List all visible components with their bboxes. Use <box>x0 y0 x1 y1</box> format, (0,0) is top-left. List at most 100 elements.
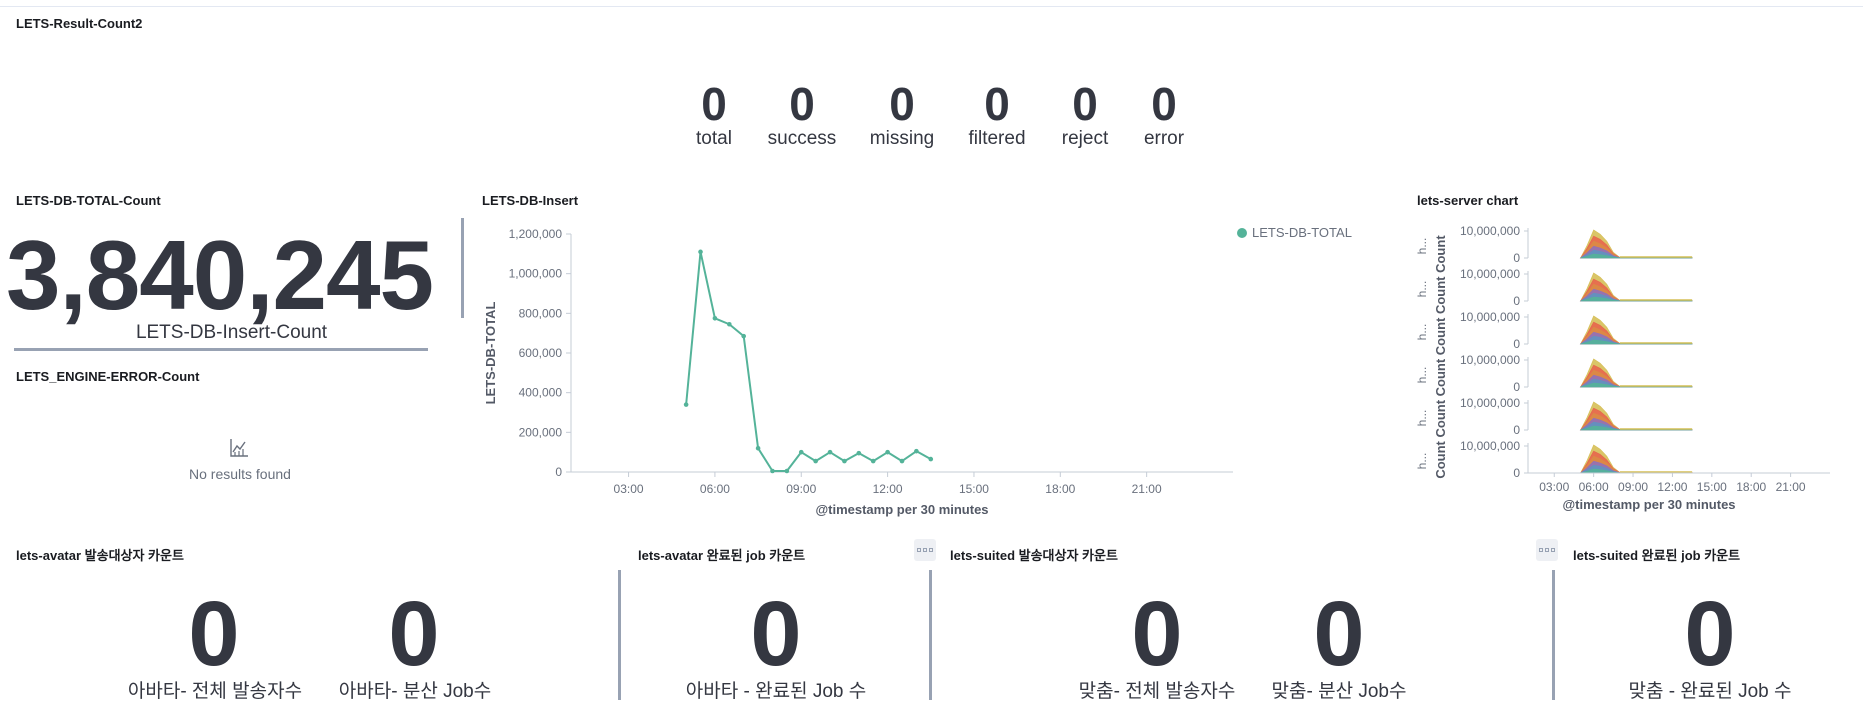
panel-title-suited-completed[interactable]: lets-suited 완료된 job 카운트 <box>1573 545 1740 564</box>
data-point <box>928 456 934 462</box>
x-tick-label: 03:00 <box>614 482 644 496</box>
data-point <box>870 458 876 464</box>
data-point <box>741 333 746 339</box>
drag-handle-icon[interactable] <box>914 539 936 561</box>
db-total-value: 3,840,245 <box>6 220 434 330</box>
y-tick-label: 10,000,000 <box>1460 396 1520 410</box>
drag-handle-icon[interactable] <box>1536 539 1558 561</box>
data-point <box>813 458 818 464</box>
data-point <box>755 445 761 451</box>
panel-title-avatar-targets[interactable]: lets-avatar 발송대상자 카운트 <box>16 545 184 564</box>
suited-distributed-jobs-value: 0 <box>1313 583 1365 685</box>
row-label: h... <box>1415 238 1429 255</box>
panel-title-server-chart[interactable]: lets-server chart <box>1417 193 1518 208</box>
x-tick-label: 12:00 <box>873 482 903 496</box>
data-point <box>856 450 862 456</box>
db-total-label: LETS-DB-Insert-Count <box>135 322 328 343</box>
data-point <box>784 468 790 474</box>
chart-row: 10,000,000 0 h... <box>1415 310 1693 351</box>
y-tick-label: 0 <box>1513 380 1520 394</box>
stat-missing: 0 missing <box>847 78 957 150</box>
avatar-distributed-jobs-value: 0 <box>388 583 440 685</box>
row-label: h... <box>1415 281 1429 298</box>
stat-missing-value: 0 <box>889 78 915 130</box>
chart-row: 10,000,000 0 h... <box>1415 267 1693 308</box>
stat-success-value: 0 <box>789 78 815 130</box>
stat-error-label: error <box>1143 128 1185 149</box>
x-tick-label: 12:00 <box>1657 480 1687 494</box>
chart-row: 10,000,000 0 h... <box>1415 224 1693 265</box>
suited-completed-jobs-label: 맞춤 - 완료된 Job 수 <box>1628 681 1792 702</box>
db-insert-line-chart[interactable]: 0 200,000 400,000 600,000 800,000 1,000,000 1,… <box>478 218 1238 518</box>
data-point <box>827 449 833 455</box>
y-tick-label: 200,000 <box>519 425 563 439</box>
data-point <box>712 315 718 321</box>
x-axis-title: @timestamp per 30 minutes <box>815 502 988 517</box>
avatar-completed-jobs-value: 0 <box>750 583 802 685</box>
x-tick-label: 18:00 <box>1736 480 1766 494</box>
metric-divider <box>461 218 464 318</box>
avatar-total-senders-value: 0 <box>188 583 240 685</box>
y-tick-label: 10,000,000 <box>1460 224 1520 238</box>
panel-title-db-total[interactable]: LETS-DB-TOTAL-Count <box>16 193 161 208</box>
x-tick-label: 15:00 <box>959 482 989 496</box>
x-tick-label: 06:00 <box>700 482 730 496</box>
y-tick-label: 1,000,000 <box>509 267 563 281</box>
avatar-distributed-jobs-label: 아바타- 분산 Job수 <box>338 681 492 702</box>
x-tick-label: 21:00 <box>1132 482 1162 496</box>
chart-row: 10,000,000 0 h... <box>1415 439 1693 480</box>
x-axis-title: @timestamp per 30 minutes <box>1562 497 1735 512</box>
x-tick-label: 06:00 <box>1579 480 1609 494</box>
metric-divider <box>929 570 932 700</box>
x-tick-label: 21:00 <box>1776 480 1806 494</box>
legend-item[interactable]: LETS-DB-TOTAL <box>1237 225 1352 240</box>
avatar-completed-jobs-label: 아바타 - 완료된 Job 수 <box>685 681 867 702</box>
metric-divider <box>1552 570 1555 700</box>
y-tick-label: 10,000,000 <box>1460 310 1520 324</box>
y-tick-label: 10,000,000 <box>1460 439 1520 453</box>
metric-divider <box>14 348 428 351</box>
row-label: h... <box>1415 367 1429 384</box>
stat-error: 0 error <box>1109 78 1219 150</box>
y-tick-label: 0 <box>1513 337 1520 351</box>
y-tick-label: 600,000 <box>519 346 563 360</box>
data-point <box>683 402 689 407</box>
row-label: h... <box>1415 453 1429 470</box>
y-tick-label: 10,000,000 <box>1460 353 1520 367</box>
panel-title-suited-targets[interactable]: lets-suited 발송대상자 카운트 <box>950 545 1118 564</box>
y-tick-label: 800,000 <box>519 306 563 320</box>
data-point <box>914 448 919 454</box>
y-tick-label: 10,000,000 <box>1460 267 1520 281</box>
panel-title-engine-error[interactable]: LETS_ENGINE-ERROR-Count <box>16 369 199 384</box>
stat-success: 0 success <box>747 78 857 150</box>
suited-completed-jobs-value: 0 <box>1684 583 1736 685</box>
y-tick-label: 0 <box>1513 423 1520 437</box>
chart-empty-icon <box>230 439 248 457</box>
data-point <box>798 449 804 455</box>
chart-row: 10,000,000 0 h... <box>1415 396 1693 437</box>
y-tick-label: 0 <box>1513 251 1520 265</box>
panel-title-db-insert[interactable]: LETS-DB-Insert <box>482 193 578 208</box>
data-point <box>698 249 703 255</box>
dashboard-top-border <box>0 6 1863 7</box>
panel-title-result-count[interactable]: LETS-Result-Count2 <box>16 16 142 31</box>
x-tick-label: 09:00 <box>786 482 816 496</box>
data-point <box>885 449 890 455</box>
panel-title-avatar-completed[interactable]: lets-avatar 완료된 job 카운트 <box>638 545 805 564</box>
data-point <box>899 458 905 464</box>
y-tick-label: 0 <box>1513 294 1520 308</box>
suited-total-senders-value: 0 <box>1131 583 1183 685</box>
data-point <box>842 458 847 464</box>
data-point <box>727 321 732 327</box>
y-tick-label: 400,000 <box>519 386 563 400</box>
stat-error-value: 0 <box>1151 78 1177 130</box>
x-tick-label: 09:00 <box>1618 480 1648 494</box>
series-line <box>685 250 932 473</box>
y-axis-title: LETS-DB-TOTAL <box>483 302 498 405</box>
y-tick-label: 1,200,000 <box>509 227 563 241</box>
server-small-multiples-chart[interactable]: 10,000,000 0 h... 10,000,000 0 h... 10,000,000… <box>1410 218 1840 523</box>
y-axis-title: Count Count Count Count Count Count <box>1433 235 1448 479</box>
no-results-text: No results found <box>189 466 291 482</box>
legend-color-dot <box>1237 228 1247 238</box>
y-tick-label: 0 <box>555 465 562 479</box>
